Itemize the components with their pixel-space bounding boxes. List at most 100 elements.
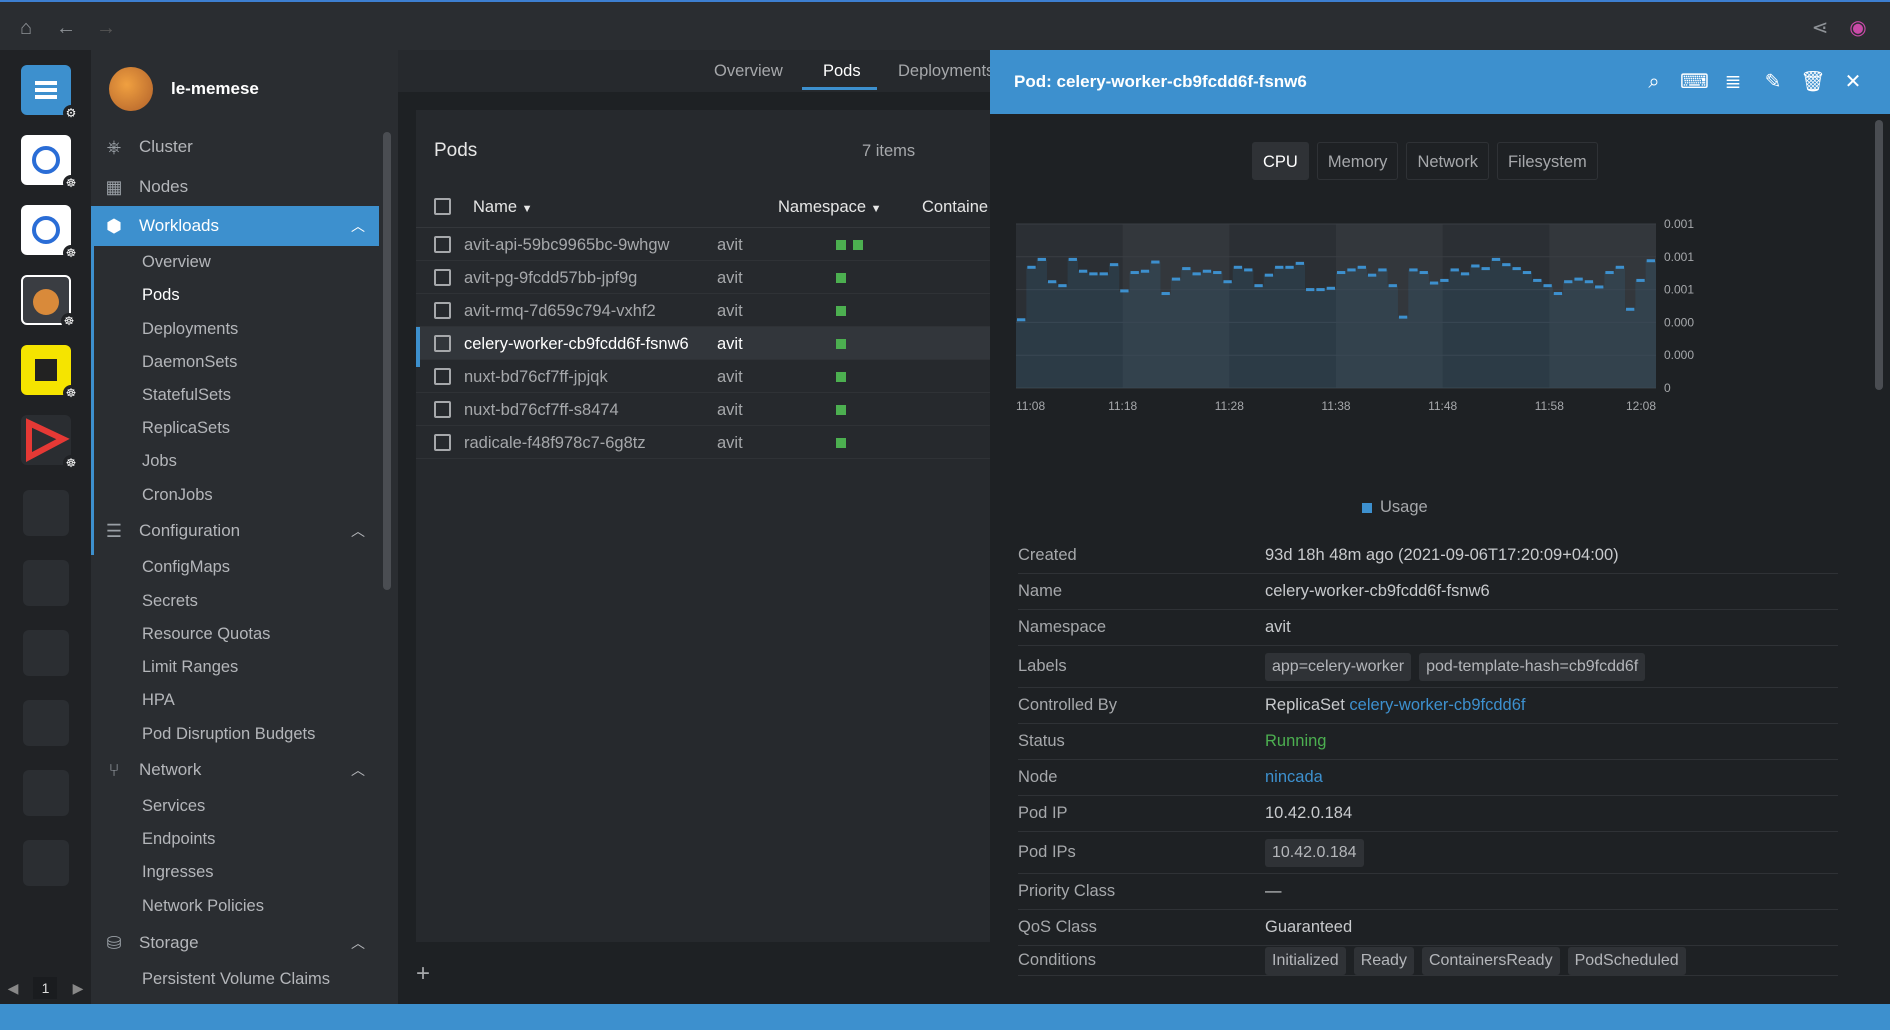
sidebar-subitem-pods[interactable]: Pods <box>142 286 180 305</box>
sidebar-subitem-secrets[interactable]: Secrets <box>142 592 198 611</box>
detail-row: Namespace avit <box>1018 610 1838 646</box>
sidebar-subitem-network-policies[interactable]: Network Policies <box>142 897 264 916</box>
row-checkbox[interactable] <box>434 434 451 451</box>
row-checkbox[interactable] <box>434 368 451 385</box>
sidebar-subitem-resource-quotas[interactable]: Resource Quotas <box>142 625 270 644</box>
edit-icon[interactable]: ✎ <box>1759 68 1787 96</box>
sidebar-subitem-daemonsets[interactable]: DaemonSets <box>142 353 237 372</box>
sidebar-item-network[interactable]: ⑂ Network ︿ <box>91 750 379 790</box>
sidebar-subitem-services[interactable]: Services <box>142 797 205 816</box>
sidebar-subitem-jobs[interactable]: Jobs <box>142 452 177 471</box>
cluster-icon-1[interactable]: ☸ <box>21 135 79 191</box>
detail-text: Guaranteed <box>1265 918 1353 936</box>
container-status-dot <box>836 405 846 415</box>
hotbar-slot[interactable] <box>23 490 69 536</box>
column-containers[interactable]: Containe <box>922 198 988 217</box>
chevron-up-icon[interactable]: ︿ <box>351 521 365 541</box>
detail-row: Conditions Initialized Ready ContainersRead… <box>1018 946 1838 976</box>
hotbar-slot[interactable] <box>23 770 69 816</box>
sidebar-subitem-statefulsets[interactable]: StatefulSets <box>142 386 231 405</box>
metric-tab-cpu[interactable]: CPU <box>1252 142 1309 180</box>
sidebar-subitem-ingresses[interactable]: Ingresses <box>142 863 214 882</box>
chevron-up-icon[interactable]: ︿ <box>351 216 365 236</box>
label-chip: Initialized <box>1265 947 1346 975</box>
tab-pods[interactable]: Pods <box>823 62 861 81</box>
metric-tab-network[interactable]: Network <box>1406 142 1489 180</box>
catalog-icon[interactable]: ⚙ <box>21 65 79 121</box>
detail-value: nincada <box>1265 768 1323 787</box>
cluster-icon-4[interactable]: ☸ <box>21 345 79 401</box>
sidebar-subitem-replicasets[interactable]: ReplicaSets <box>142 419 230 438</box>
row-checkbox[interactable] <box>434 236 451 253</box>
container-status-dot <box>836 240 846 250</box>
sidebar-item-storage[interactable]: ⛁ Storage ︿ <box>91 923 379 963</box>
legend-label: Usage <box>1380 498 1428 516</box>
home-icon[interactable]: ⌂ <box>14 16 38 40</box>
sidebar-subitem-limit-ranges[interactable]: Limit Ranges <box>142 658 238 677</box>
arrow-right-icon[interactable]: → <box>94 16 118 40</box>
hotbar-slot[interactable] <box>23 840 69 886</box>
row-checkbox[interactable] <box>434 401 451 418</box>
network-icon: ⑂ <box>108 760 120 780</box>
chevron-up-icon[interactable]: ︿ <box>351 760 365 780</box>
detail-value: celery-worker-cb9fcdd6f-fsnw6 <box>1265 582 1490 601</box>
hotbar-slot[interactable] <box>23 630 69 676</box>
row-checkbox[interactable] <box>434 335 451 352</box>
row-checkbox[interactable] <box>434 302 451 319</box>
detail-value: 93d 18h 48m ago (2021-09-06T17:20:09+04:… <box>1265 546 1619 565</box>
sidebar-subitem-pvc[interactable]: Persistent Volume Claims <box>142 970 330 989</box>
sidebar-item-workloads[interactable]: ⬢ Workloads ︿ <box>91 206 379 246</box>
tab-overview[interactable]: Overview <box>714 62 783 81</box>
grid-icon: ▦ <box>105 177 123 197</box>
detail-label: Pod IPs <box>1018 843 1076 861</box>
row-checkbox[interactable] <box>434 269 451 286</box>
triangle-right-icon[interactable]: ▶ <box>73 980 84 997</box>
cluster-icon-5[interactable]: ☸ <box>21 415 79 471</box>
sidebar-subitem-pod-disruption-budgets[interactable]: Pod Disruption Budgets <box>142 725 315 744</box>
sidebar-subitem-hpa[interactable]: HPA <box>142 691 175 710</box>
detail-label: Created <box>1018 546 1077 564</box>
close-icon[interactable]: ✕ <box>1839 68 1867 96</box>
sidebar-item-cluster[interactable]: ⎈ Cluster <box>91 127 379 167</box>
cluster-icon-2[interactable]: ☸ <box>21 205 79 261</box>
column-name[interactable]: Name ▼ <box>473 198 533 217</box>
metric-tab-filesystem[interactable]: Filesystem <box>1496 142 1598 180</box>
share-icon[interactable]: ⋖ <box>1808 16 1832 40</box>
hotbar-slot[interactable] <box>23 700 69 746</box>
sidebar-subitem-endpoints[interactable]: Endpoints <box>142 830 215 849</box>
hotbar-slot[interactable] <box>23 560 69 606</box>
arrow-left-icon[interactable]: ← <box>54 16 78 40</box>
detail-label: Status <box>1018 732 1065 750</box>
sidebar-subitem-overview[interactable]: Overview <box>142 253 211 272</box>
sidebar-item-nodes[interactable]: ▦ Nodes <box>91 167 379 207</box>
sidebar-subitem-cronjobs[interactable]: CronJobs <box>142 486 213 505</box>
column-namespace[interactable]: Namespace ▼ <box>778 198 882 217</box>
user-circle-icon[interactable]: ◉ <box>1846 16 1870 40</box>
detail-row: Priority Class — <box>1018 874 1838 910</box>
sidebar-subitem-deployments[interactable]: Deployments <box>142 320 238 339</box>
detail-link[interactable]: celery-worker-cb9fcdd6f <box>1349 696 1525 714</box>
sidebar-subitem-configmaps[interactable]: ConfigMaps <box>142 558 230 577</box>
detail-link[interactable]: nincada <box>1265 768 1323 786</box>
terminal-icon[interactable]: ⌨ <box>1680 68 1709 96</box>
trash-icon[interactable]: 🗑 <box>1799 68 1827 96</box>
sidebar-scrollbar[interactable] <box>383 132 391 590</box>
triangle-left-icon[interactable]: ◀ <box>8 980 19 997</box>
sidebar-item-configuration[interactable]: ☰ Configuration ︿ <box>91 511 379 551</box>
search-icon[interactable]: ⌕ <box>1640 68 1668 96</box>
container-status-dot <box>836 438 846 448</box>
logs-icon[interactable]: ≣ <box>1719 68 1747 96</box>
tab-deployments[interactable]: Deployments <box>898 62 994 81</box>
detail-row: Pod IP 10.42.0.184 <box>1018 796 1838 832</box>
cluster-icon-le-memese[interactable]: ☸ <box>21 275 77 329</box>
pod-name: avit-api-59bc9965bc-9whgw <box>464 236 670 254</box>
select-all-checkbox[interactable] <box>434 198 451 215</box>
drawer-scrollbar[interactable] <box>1875 120 1883 390</box>
plus-icon[interactable]: + <box>416 960 430 988</box>
detail-label: Priority Class <box>1018 882 1116 900</box>
chevron-up-icon[interactable]: ︿ <box>351 933 365 953</box>
pod-namespace: avit <box>717 269 743 287</box>
detail-value: Initialized Ready ContainersReady PodSchedu… <box>1265 947 1694 975</box>
metric-tab-memory[interactable]: Memory <box>1316 142 1399 180</box>
sidebar: le-memese ⎈ Cluster ▦ Nodes ⬢ Workloads … <box>91 50 398 1004</box>
